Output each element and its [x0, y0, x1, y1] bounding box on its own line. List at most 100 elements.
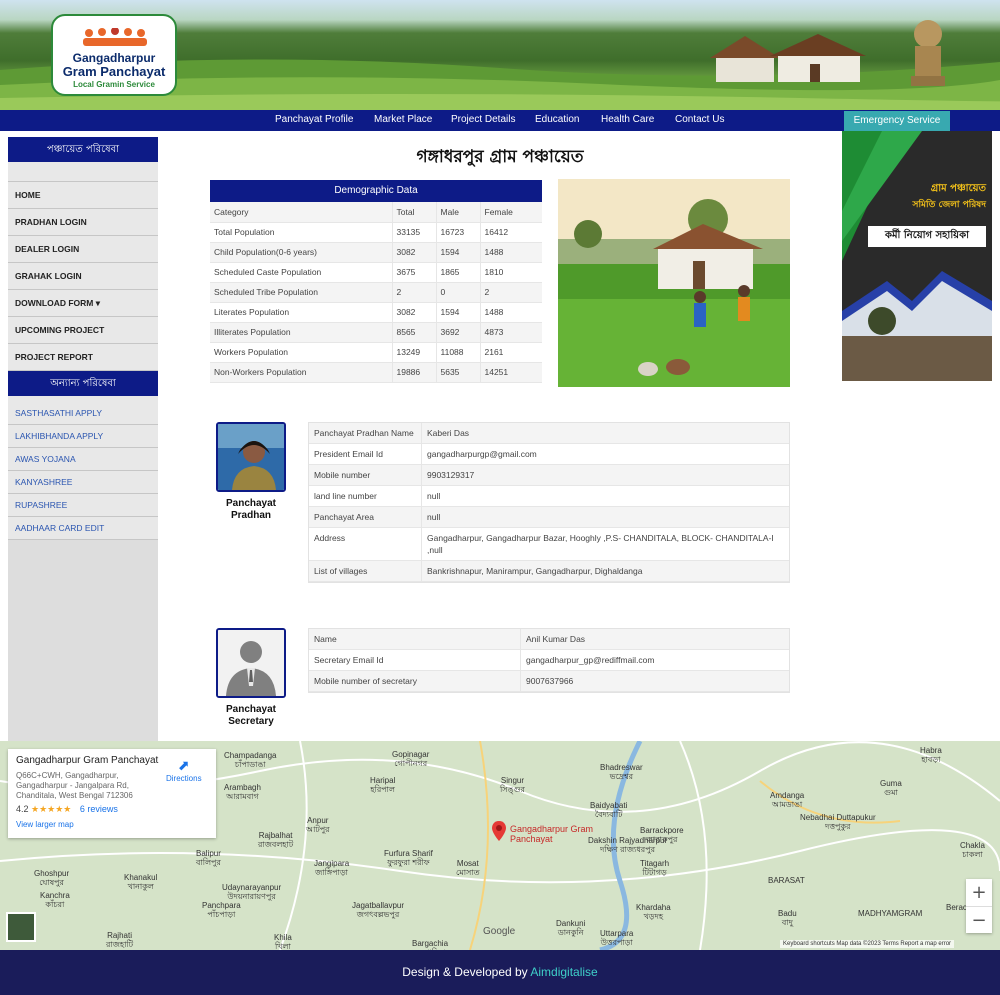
nav-panchayat-profile[interactable]: Panchayat Profile: [275, 114, 353, 125]
secretary-avatar-icon: [218, 630, 284, 696]
site-logo[interactable]: Gangadharpur Gram Panchayat Local Gramin…: [51, 14, 177, 96]
map-place-label: Khanakul খানাকুল: [124, 873, 157, 891]
map-place-label-bn: রাজবলহাট: [258, 840, 294, 849]
map-place-label: Baidyabati বৈদ্যবাটি: [590, 801, 627, 819]
demographic-cell: 3082: [392, 302, 437, 323]
sidebar-link-aadhaar-edit[interactable]: AADHAAR CARD EDIT: [8, 517, 158, 540]
map-place-label-bn: জাঙ্গিপাড়া: [315, 868, 348, 877]
pradhan-info-key: Address: [309, 528, 422, 560]
map-place-label-en: Anpur: [307, 816, 329, 825]
map-place-label-en: Guma: [880, 779, 902, 788]
zoom-out-button[interactable]: −: [966, 906, 992, 933]
embedded-map[interactable]: Gangadharpur Gram Panchayat Q66C+CWH, Ga…: [0, 741, 1000, 950]
sidebar-item-grahak-login[interactable]: GRAHAK LOGIN: [8, 263, 158, 290]
map-place-label: Jagatballavpur জগৎবল্লভপুর: [352, 901, 404, 919]
village-house-image: [710, 34, 866, 82]
map-pin[interactable]: [492, 821, 506, 845]
map-pin-label: Gangadharpur Gram Panchayat: [510, 824, 594, 844]
footer-credit: Design & Developed by: [402, 965, 531, 979]
pradhan-info-key: President Email Id: [309, 444, 422, 464]
demographic-cell: 4873: [480, 322, 542, 343]
map-place-label-en: Mosat: [456, 859, 479, 868]
map-place-label: Jangipara জাঙ্গিপাড়া: [314, 859, 349, 877]
map-place-label-en: Udaynarayanpur: [222, 883, 282, 892]
sidebar-item-pradhan-login[interactable]: PRADHAN LOGIN: [8, 209, 158, 236]
map-footer-links[interactable]: Keyboard shortcuts Map data ©2023 Terms …: [780, 940, 955, 948]
map-place-label-bn: গোপীনগর: [394, 759, 428, 768]
pradhan-info-value: 9903129317: [427, 470, 475, 480]
map-place-label-en: Rajbalhat: [258, 831, 293, 840]
demographic-cell: 0: [436, 282, 481, 303]
map-place-label-bn: সিঙ্গুর: [500, 785, 525, 794]
map-place-label-bn: আটপুর: [306, 825, 330, 834]
map-place-label: Guma গুমা: [880, 779, 902, 797]
sidebar: পঞ্চায়েত পরিষেবা HOME PRADHAN LOGIN DEA…: [8, 137, 158, 741]
zoom-in-button[interactable]: +: [966, 879, 992, 906]
demographic-cell: Scheduled Tribe Population: [210, 282, 393, 303]
map-place-label: Ghoshpur ঘোষপুর: [34, 869, 69, 887]
village-photo: [558, 179, 790, 387]
sidebar-section-other-services: অন্যান্য পরিষেবা: [8, 371, 158, 396]
map-place-label-en: Chakla: [960, 841, 985, 850]
map-place-label-en: Furfura Sharif: [384, 849, 433, 858]
map-place-label-bn: হাবড়া: [921, 755, 941, 764]
pradhan-info-row: President Email Id gangadharpurgp@gmail.c…: [309, 444, 789, 465]
demographic-header-cell: Total: [392, 202, 437, 223]
demographic-table: Demographic Data Category Total Male Female…: [210, 180, 542, 383]
map-place-label: Bhadreswar ভদ্রেশ্বর: [600, 763, 643, 781]
nav-market-place[interactable]: Market Place: [374, 114, 432, 125]
secretary-info-key: Mobile number of secretary: [309, 671, 521, 691]
pradhan-info-row: Address Gangadharpur, Gangadharpur Bazar,…: [309, 528, 789, 561]
map-place-label-bn: জগৎবল্লভপুর: [356, 910, 400, 919]
pradhan-info-key: Mobile number: [309, 465, 422, 485]
demographic-cell: 3675: [392, 262, 437, 283]
sidebar-item-download-form[interactable]: DOWNLOAD FORM ▾: [8, 290, 158, 317]
directions-button[interactable]: ⬈ Directions: [166, 757, 202, 783]
nav-contact-us[interactable]: Contact Us: [675, 114, 724, 125]
sidebar-link-sasthasathi[interactable]: SASTHASATHI APPLY: [8, 402, 158, 425]
nav-project-details[interactable]: Project Details: [451, 114, 515, 125]
demographic-cell: 2: [392, 282, 437, 303]
map-place-label: MADHYAMGRAM: [858, 909, 922, 918]
ad-line3: কর্মী নিয়োগ সহায়িকা: [868, 226, 986, 247]
recruitment-ad-banner[interactable]: গ্রাম পঞ্চায়েত সমিতি জেলা পরিষদ কর্মী ন…: [842, 131, 992, 381]
emergency-service-button[interactable]: Emergency Service: [844, 111, 950, 131]
demographic-cell: 16723: [436, 222, 481, 243]
map-place-label: Champadanga চাঁপাডাঙা: [224, 751, 276, 769]
nav-health-care[interactable]: Health Care: [601, 114, 654, 125]
demographic-row: Scheduled Caste Population 3675 1865 1810: [210, 262, 542, 283]
map-place-label-en: Dankuni: [556, 919, 586, 928]
map-place-label-en: Khardaha: [636, 903, 671, 912]
sidebar-link-lakhibhanda[interactable]: LAKHIBHANDA APPLY: [8, 425, 158, 448]
nav-education[interactable]: Education: [535, 114, 579, 125]
demographic-cell: 1810: [480, 262, 542, 283]
map-place-label-en: Baidyabati: [590, 801, 628, 810]
sidebar-item-home[interactable]: HOME: [8, 182, 158, 209]
map-place-label-en: Panchpara: [202, 901, 241, 910]
directions-label: Directions: [166, 774, 202, 783]
view-larger-map-link[interactable]: View larger map: [16, 820, 208, 829]
secretary-info-key: Secretary Email Id: [309, 650, 521, 670]
demographic-cell: Non-Workers Population: [210, 362, 393, 383]
footer-brand-link[interactable]: Aimdigitalise: [530, 965, 597, 979]
map-place-label-bn: পাঁচপাড়া: [207, 910, 236, 919]
demographic-row: Literates Population 3082 1594 1488: [210, 302, 542, 323]
header-banner: Gangadharpur Gram Panchayat Local Gramin…: [0, 0, 1000, 110]
sidebar-item-project-report[interactable]: PROJECT REPORT: [8, 344, 158, 371]
sidebar-link-rupashree[interactable]: RUPASHREE: [8, 494, 158, 517]
pradhan-info-key: Panchayat Pradhan Name: [309, 423, 422, 443]
map-place-label: Titagarh টিটাগড়: [640, 859, 669, 877]
pradhan-info-value: gangadharpurgp@gmail.com: [427, 449, 537, 459]
secretary-info-value: Anil Kumar Das: [526, 634, 586, 644]
sidebar-link-kanyashree[interactable]: KANYASHREE: [8, 471, 158, 494]
sidebar-item-dealer-login[interactable]: DEALER LOGIN: [8, 236, 158, 263]
map-place-label-bn: আরামবাগ: [226, 792, 259, 801]
map-rating: 4.2 ★★★★★ 6 reviews: [16, 804, 208, 815]
map-place-label-bn: ভদ্রেশ্বর: [609, 772, 634, 781]
sidebar-item-upcoming-project[interactable]: UPCOMING PROJECT: [8, 317, 158, 344]
pradhan-info-key: land line number: [309, 486, 422, 506]
sidebar-link-awas-yojana[interactable]: AWAS YOJANA: [8, 448, 158, 471]
map-reviews-link[interactable]: 6 reviews: [80, 804, 118, 814]
map-place-label-en: Rajhati: [107, 931, 132, 940]
map-place-label: Khila খিলা: [274, 933, 292, 950]
